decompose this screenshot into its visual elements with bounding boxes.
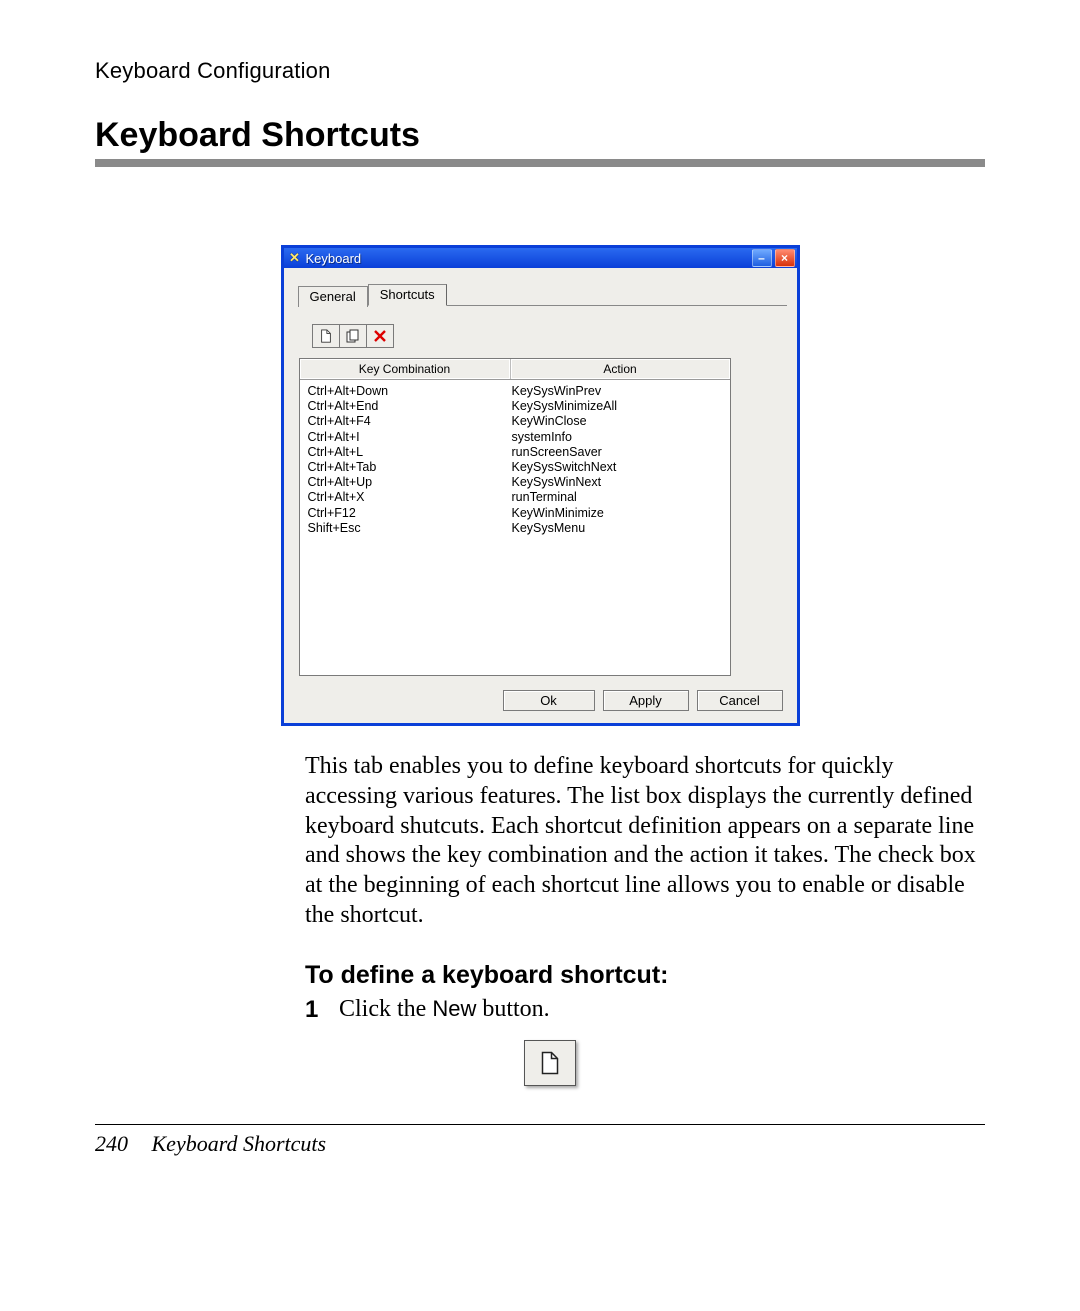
cell-action: systemInfo bbox=[512, 430, 730, 445]
titlebar[interactable]: ✕ Keyboard – × bbox=[284, 248, 797, 268]
cell-key: Ctrl+F12 bbox=[308, 506, 512, 521]
footer-rule bbox=[95, 1124, 985, 1125]
new-button-illustration bbox=[524, 1040, 576, 1086]
dialog-buttons: Ok Apply Cancel bbox=[298, 690, 787, 711]
step-text-code: New bbox=[432, 996, 476, 1021]
cancel-button[interactable]: Cancel bbox=[697, 690, 783, 711]
cell-action: runTerminal bbox=[512, 490, 730, 505]
shortcut-list[interactable]: Key Combination Action Ctrl+Alt+DownKeyS… bbox=[299, 358, 731, 676]
step-text-a: Click the bbox=[339, 996, 432, 1022]
copy-button[interactable] bbox=[339, 324, 367, 348]
delete-x-icon bbox=[373, 329, 387, 343]
list-rows: Ctrl+Alt+DownKeySysWinPrev Ctrl+Alt+EndK… bbox=[300, 380, 730, 536]
minimize-button[interactable]: – bbox=[752, 249, 772, 267]
footer-page-number: 240 bbox=[95, 1131, 128, 1156]
list-item[interactable]: Shift+EscKeySysMenu bbox=[308, 521, 730, 536]
cell-action: KeySysWinNext bbox=[512, 475, 730, 490]
step-number: 1 bbox=[305, 996, 339, 1024]
cell-key: Ctrl+Alt+Up bbox=[308, 475, 512, 490]
cell-key: Ctrl+Alt+Down bbox=[308, 384, 512, 399]
running-head: Keyboard Configuration bbox=[95, 58, 985, 84]
apply-button[interactable]: Apply bbox=[603, 690, 689, 711]
list-item[interactable]: Ctrl+F12KeyWinMinimize bbox=[308, 506, 730, 521]
list-item[interactable]: Ctrl+Alt+TabKeySysSwitchNext bbox=[308, 460, 730, 475]
list-item[interactable]: Ctrl+Alt+DownKeySysWinPrev bbox=[308, 384, 730, 399]
list-header: Key Combination Action bbox=[300, 359, 730, 380]
page-title: Keyboard Shortcuts bbox=[95, 116, 985, 155]
footer: 240 Keyboard Shortcuts bbox=[95, 1131, 985, 1157]
cell-action: KeySysMenu bbox=[512, 521, 730, 536]
cell-key: Shift+Esc bbox=[308, 521, 512, 536]
procedure-heading: To define a keyboard shortcut: bbox=[305, 961, 985, 990]
new-file-icon bbox=[539, 1051, 561, 1075]
cell-key: Ctrl+Alt+End bbox=[308, 399, 512, 414]
step-text: Click the New button. bbox=[339, 996, 550, 1024]
tab-shortcuts[interactable]: Shortcuts bbox=[368, 284, 447, 306]
col-key-combination[interactable]: Key Combination bbox=[300, 359, 511, 379]
cell-action: runScreenSaver bbox=[512, 445, 730, 460]
close-button[interactable]: × bbox=[775, 249, 795, 267]
cell-key: Ctrl+Alt+I bbox=[308, 430, 512, 445]
delete-button[interactable] bbox=[366, 324, 394, 348]
title-rule bbox=[95, 159, 985, 167]
tab-general[interactable]: General bbox=[298, 286, 368, 307]
new-file-icon bbox=[319, 329, 333, 343]
cell-key: Ctrl+Alt+X bbox=[308, 490, 512, 505]
new-button[interactable] bbox=[312, 324, 340, 348]
tab-strip: General Shortcuts bbox=[298, 284, 787, 306]
cell-action: KeySysSwitchNext bbox=[512, 460, 730, 475]
cell-key: Ctrl+Alt+L bbox=[308, 445, 512, 460]
keyboard-dialog: ✕ Keyboard – × General Shortcuts bbox=[281, 245, 800, 726]
cell-key: Ctrl+Alt+Tab bbox=[308, 460, 512, 475]
window-title: Keyboard bbox=[306, 251, 749, 266]
cell-action: KeySysWinPrev bbox=[512, 384, 730, 399]
cell-action: KeyWinClose bbox=[512, 414, 730, 429]
list-item[interactable]: Ctrl+Alt+LrunScreenSaver bbox=[308, 445, 730, 460]
copy-icon bbox=[346, 329, 360, 343]
step-text-c: button. bbox=[476, 996, 549, 1022]
description-paragraph: This tab enables you to define keyboard … bbox=[305, 752, 985, 931]
toolbar bbox=[312, 324, 394, 348]
list-item[interactable]: Ctrl+Alt+IsystemInfo bbox=[308, 430, 730, 445]
col-action[interactable]: Action bbox=[511, 359, 730, 379]
list-item[interactable]: Ctrl+Alt+F4KeyWinClose bbox=[308, 414, 730, 429]
cell-action: KeyWinMinimize bbox=[512, 506, 730, 521]
cell-key: Ctrl+Alt+F4 bbox=[308, 414, 512, 429]
list-item[interactable]: Ctrl+Alt+XrunTerminal bbox=[308, 490, 730, 505]
step-1: 1 Click the New button. bbox=[305, 996, 985, 1024]
list-item[interactable]: Ctrl+Alt+UpKeySysWinNext bbox=[308, 475, 730, 490]
cell-action: KeySysMinimizeAll bbox=[512, 399, 730, 414]
footer-title: Keyboard Shortcuts bbox=[152, 1131, 327, 1156]
ok-button[interactable]: Ok bbox=[503, 690, 595, 711]
tab-panel-shortcuts: Key Combination Action Ctrl+Alt+DownKeyS… bbox=[298, 305, 787, 711]
list-item[interactable]: Ctrl+Alt+EndKeySysMinimizeAll bbox=[308, 399, 730, 414]
app-icon: ✕ bbox=[288, 251, 302, 265]
